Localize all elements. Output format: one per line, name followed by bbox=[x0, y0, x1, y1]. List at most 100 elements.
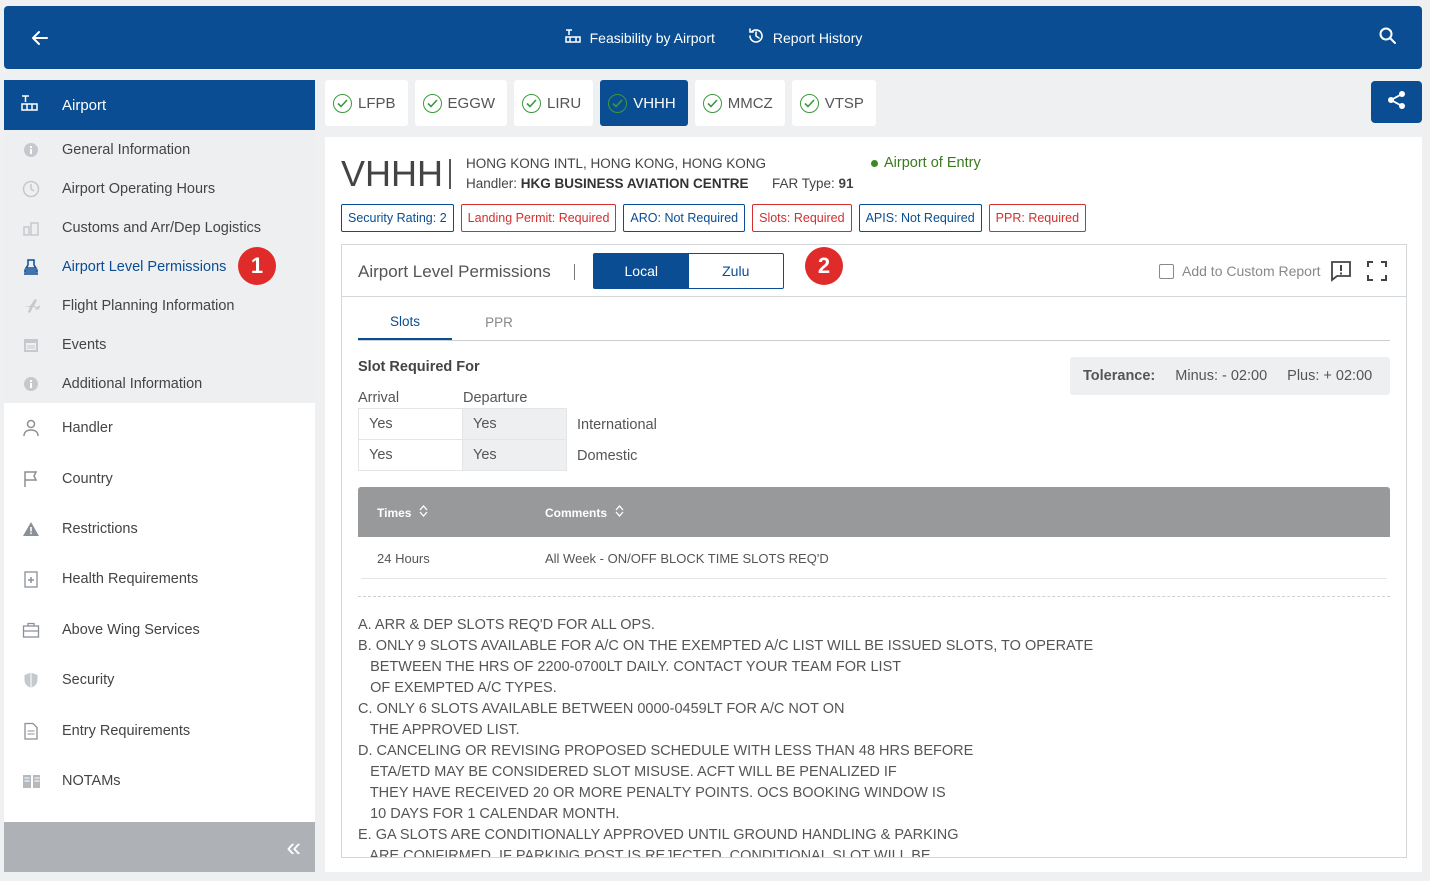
sidebar-item-label: Restrictions bbox=[62, 520, 138, 537]
feedback-icon[interactable] bbox=[1329, 259, 1353, 288]
nav-feasibility-by-airport[interactable]: Feasibility by Airport bbox=[564, 28, 715, 47]
add-to-custom-report[interactable]: Add to Custom Report bbox=[1159, 263, 1321, 279]
panel-title-divider bbox=[574, 264, 575, 280]
airport-tabs: LFPB EGGW LIRU VHHH MMCZ VTSP bbox=[325, 80, 876, 126]
sort-icon bbox=[419, 505, 428, 520]
slot-row-international: Yes Yes International bbox=[358, 408, 657, 440]
sidebar-item-label: Handler bbox=[62, 420, 113, 437]
subtab-slots[interactable]: Slots bbox=[358, 305, 452, 340]
sidebar-header-label: Airport bbox=[62, 96, 107, 114]
sidebar-item-label: Airport Operating Hours bbox=[62, 180, 216, 197]
airport-icon bbox=[20, 94, 40, 116]
tolerance-box: Tolerance: Minus: - 02:00 Plus: + 02:00 bbox=[1070, 357, 1390, 395]
tolerance-label: Tolerance: bbox=[1083, 368, 1156, 384]
time-toggle: Local Zulu bbox=[593, 253, 784, 289]
row-label: International bbox=[577, 416, 657, 433]
column-header-times[interactable]: Times bbox=[377, 505, 428, 520]
tab-vtsp[interactable]: VTSP bbox=[791, 80, 876, 126]
pill-landing-permit: Landing Permit: Required bbox=[460, 204, 617, 232]
slot-required-for-heading: Slot Required For bbox=[358, 359, 480, 375]
shield-icon bbox=[22, 671, 40, 689]
column-label: Times bbox=[377, 505, 412, 520]
briefcase-icon bbox=[22, 621, 40, 639]
document-icon bbox=[22, 722, 40, 740]
slots-table: Times Comments 24 Hours All Week - ON/OF… bbox=[358, 487, 1390, 579]
sidebar-item-flight-planning[interactable]: Flight Planning Information bbox=[4, 286, 315, 325]
person-icon bbox=[22, 419, 40, 437]
arrival-cell: Yes bbox=[358, 408, 463, 440]
sidebar-item-general-information[interactable]: General Information bbox=[4, 130, 315, 169]
plane-icon bbox=[22, 297, 40, 315]
airport-of-entry: Airport of Entry bbox=[871, 155, 981, 171]
sidebar-item-entry-requirements[interactable]: Entry Requirements bbox=[4, 705, 315, 755]
sidebar: Airport General Information Airport Oper… bbox=[4, 80, 315, 872]
sidebar-item-additional-information[interactable]: Additional Information bbox=[4, 364, 315, 403]
custom-report-checkbox[interactable] bbox=[1159, 263, 1174, 279]
sidebar-item-label: Additional Information bbox=[62, 375, 203, 392]
sidebar-item-label: Country bbox=[62, 470, 113, 487]
collapse-sidebar-button[interactable]: « bbox=[4, 822, 315, 872]
sidebar-item-label: Flight Planning Information bbox=[62, 297, 235, 314]
toggle-local[interactable]: Local bbox=[594, 254, 689, 288]
sidebar-item-operating-hours[interactable]: Airport Operating Hours bbox=[4, 169, 315, 208]
slot-grid: Yes Yes International Yes Yes Domestic bbox=[358, 408, 657, 471]
tolerance-plus: Plus: + 02:00 bbox=[1287, 368, 1373, 384]
sidebar-item-above-wing-services[interactable]: Above Wing Services bbox=[4, 605, 315, 655]
sidebar-item-events[interactable]: Events bbox=[4, 325, 315, 364]
check-circle-icon bbox=[522, 93, 542, 113]
toggle-zulu[interactable]: Zulu bbox=[689, 254, 784, 288]
sidebar-item-label: General Information bbox=[62, 141, 191, 158]
subtab-ppr[interactable]: PPR bbox=[452, 305, 546, 340]
health-icon bbox=[22, 570, 40, 589]
table-header: Times Comments bbox=[358, 487, 1390, 537]
far-label: FAR Type: bbox=[772, 176, 835, 191]
nav-label: Report History bbox=[772, 29, 863, 46]
tab-label: LFPB bbox=[358, 94, 396, 112]
column-header-comments[interactable]: Comments bbox=[545, 505, 624, 520]
flag-icon bbox=[22, 470, 40, 488]
row-label: Domestic bbox=[577, 447, 638, 464]
check-circle-icon bbox=[608, 93, 628, 113]
main-content: VHHH HONG KONG INTL, HONG KONG, HONG KON… bbox=[325, 137, 1422, 872]
sidebar-item-country[interactable]: Country bbox=[4, 453, 315, 503]
tab-mmcz[interactable]: MMCZ bbox=[694, 80, 785, 126]
tab-vhhh[interactable]: VHHH bbox=[600, 80, 688, 126]
custom-report-label: Add to Custom Report bbox=[1182, 263, 1321, 279]
cell-comments: All Week - ON/OFF BLOCK TIME SLOTS REQ'D bbox=[545, 551, 829, 566]
airport-name: HONG KONG INTL, HONG KONG, HONG KONG bbox=[466, 156, 767, 171]
tab-label: LIRU bbox=[547, 94, 582, 112]
sidebar-item-handler[interactable]: Handler bbox=[4, 403, 315, 453]
arrival-cell: Yes bbox=[358, 439, 463, 471]
permissions-panel: Airport Level Permissions Local Zulu Add… bbox=[341, 244, 1407, 858]
far-type: FAR Type: 91 bbox=[772, 176, 854, 191]
tab-label: VTSP bbox=[824, 94, 864, 112]
pill-apis: APIS: Not Required bbox=[858, 204, 982, 232]
tolerance-minus: Minus: - 02:00 bbox=[1175, 368, 1268, 384]
search-icon[interactable] bbox=[1378, 26, 1398, 51]
book-icon bbox=[22, 772, 40, 790]
sidebar-item-security[interactable]: Security bbox=[4, 655, 315, 705]
tab-lfpb[interactable]: LFPB bbox=[325, 80, 408, 126]
cell-times: 24 Hours bbox=[377, 551, 430, 566]
share-button[interactable] bbox=[1371, 81, 1422, 123]
sidebar-item-health-requirements[interactable]: Health Requirements bbox=[4, 554, 315, 604]
check-circle-icon bbox=[422, 93, 442, 113]
handler-name: HKG BUSINESS AVIATION CENTRE bbox=[520, 176, 749, 191]
pill-aro: ARO: Not Required bbox=[623, 204, 746, 232]
top-bar: Feasibility by Airport Report History bbox=[4, 6, 1422, 69]
clock-icon bbox=[22, 180, 40, 198]
departure-cell: Yes bbox=[462, 408, 567, 440]
sidebar-item-restrictions[interactable]: Restrictions bbox=[4, 504, 315, 554]
sidebar-item-label: Above Wing Services bbox=[62, 621, 200, 638]
sort-icon bbox=[615, 505, 624, 520]
sidebar-item-notams[interactable]: NOTAMs bbox=[4, 756, 315, 806]
sidebar-item-label: Entry Requirements bbox=[62, 722, 191, 739]
sidebar-header-airport[interactable]: Airport bbox=[4, 80, 315, 130]
nav-report-history[interactable]: Report History bbox=[747, 27, 862, 48]
sidebar-item-customs[interactable]: Customs and Arr/Dep Logistics bbox=[4, 208, 315, 247]
tab-eggw[interactable]: EGGW bbox=[414, 80, 508, 126]
fullscreen-icon[interactable] bbox=[1365, 259, 1389, 288]
arrival-header: Arrival bbox=[358, 390, 400, 406]
customs-icon bbox=[22, 219, 40, 237]
tab-liru[interactable]: LIRU bbox=[514, 80, 594, 126]
